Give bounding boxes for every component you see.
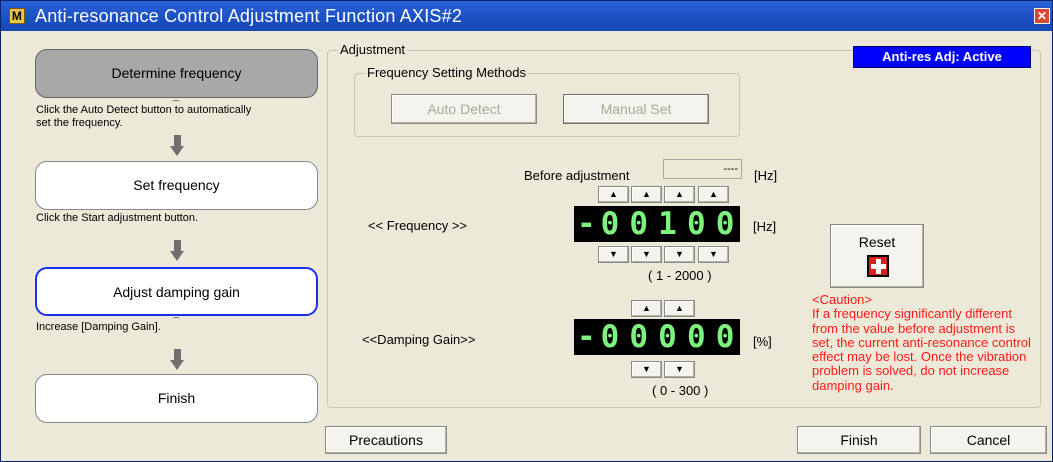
damping-digit-up-button[interactable]: ▲: [664, 300, 695, 317]
lcd-digit: 0: [600, 206, 620, 242]
lcd-digit: 0: [629, 206, 648, 242]
hint-start-adjustment: Click the Start adjustment button.: [36, 212, 199, 224]
frequency-digit-down-button[interactable]: ▼: [664, 246, 695, 263]
window-title: Anti-resonance Control Adjustment Functi…: [35, 6, 463, 26]
reset-button[interactable]: Reset: [830, 224, 924, 288]
lcd-digit: -: [577, 206, 596, 242]
step-set-frequency: Set frequency: [35, 161, 318, 210]
lcd-digit: -: [577, 319, 596, 355]
plus-icon: [867, 255, 889, 277]
lcd-digit: 0: [600, 319, 620, 355]
frequency-digit-down-button[interactable]: ▼: [598, 246, 629, 263]
title-bar[interactable]: M Anti-resonance Control Adjustment Func…: [1, 1, 1052, 31]
dialog-window: M Anti-resonance Control Adjustment Func…: [0, 0, 1053, 462]
before-adjustment-label: Before adjustment: [524, 168, 630, 183]
damping-gain-unit: [%]: [753, 334, 772, 349]
lcd-digit: 0: [715, 206, 735, 242]
caution-message: <Caution> If a frequency significantly d…: [812, 292, 1032, 393]
frequency-range: ( 1 - 2000 ): [648, 268, 712, 283]
frequency-digit-up-button[interactable]: ▲: [631, 186, 662, 203]
caution-title: <Caution>: [812, 292, 872, 307]
before-adjustment-value: ----: [663, 159, 742, 179]
frequency-digit-down-button[interactable]: ▼: [631, 246, 662, 263]
step-finish: Finish: [35, 374, 318, 423]
app-icon: M: [9, 8, 25, 24]
frequency-methods-label: Frequency Setting Methods: [365, 65, 528, 80]
reset-label: Reset: [858, 234, 896, 250]
frequency-label: << Frequency >>: [368, 218, 468, 233]
damping-gain-range: ( 0 - 300 ): [652, 383, 709, 398]
manual-set-button[interactable]: Manual Set: [563, 94, 709, 124]
cancel-button[interactable]: Cancel: [930, 426, 1047, 454]
before-adjustment-unit: [Hz]: [754, 168, 778, 183]
adjustment-group-label: Adjustment: [338, 42, 408, 57]
frequency-digit-up-button[interactable]: ▲: [598, 186, 629, 203]
caution-text: If a frequency significantly different f…: [812, 306, 1031, 393]
finish-button[interactable]: Finish: [797, 426, 921, 454]
down-arrow-icon: [170, 349, 184, 371]
damping-digit-down-button[interactable]: ▼: [631, 361, 662, 378]
frequency-digit-up-button[interactable]: ▲: [698, 186, 729, 203]
damping-gain-label: <<Damping Gain>>: [362, 332, 476, 347]
down-arrow-icon: [170, 135, 184, 157]
damping-digit-up-button[interactable]: ▲: [631, 300, 662, 317]
status-badge: Anti-res Adj: Active: [853, 46, 1031, 68]
frequency-digit-up-button[interactable]: ▲: [664, 186, 695, 203]
lcd-digit: 0: [658, 319, 677, 355]
frequency-unit: [Hz]: [753, 219, 777, 234]
lcd-digit: 0: [629, 319, 648, 355]
connector-mark: [172, 317, 180, 321]
auto-detect-button[interactable]: Auto Detect: [391, 94, 537, 124]
damping-gain-display: - 0 0 0 0 0: [574, 319, 740, 355]
lcd-digit: 0: [715, 319, 735, 355]
close-icon[interactable]: ✕: [1034, 8, 1050, 24]
down-arrow-icon: [170, 240, 184, 262]
lcd-digit: 0: [686, 319, 706, 355]
precautions-button[interactable]: Precautions: [325, 426, 447, 454]
frequency-digit-down-button[interactable]: ▼: [698, 246, 729, 263]
step-adjust-damping-gain: Adjust damping gain: [35, 267, 318, 316]
damping-digit-down-button[interactable]: ▼: [664, 361, 695, 378]
step-determine-frequency: Determine frequency: [35, 49, 318, 98]
lcd-digit: 0: [686, 206, 706, 242]
frequency-display: - 0 0 1 0 0: [574, 206, 740, 242]
hint-auto-detect: Click the Auto Detect button to automati…: [36, 104, 252, 129]
client-area: Determine frequency Click the Auto Detec…: [2, 31, 1051, 461]
lcd-digit: 1: [658, 206, 677, 242]
hint-increase-damping: Increase [Damping Gain].: [36, 321, 161, 333]
